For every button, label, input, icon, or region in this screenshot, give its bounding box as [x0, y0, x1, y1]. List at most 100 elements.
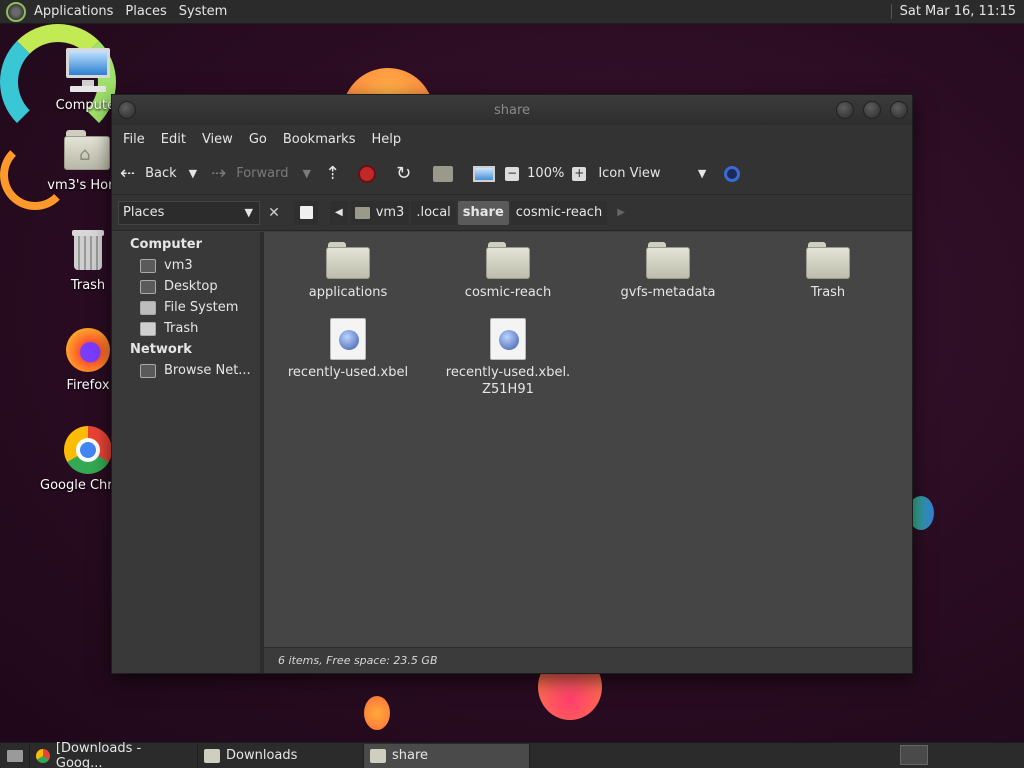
menu-view[interactable]: View — [195, 132, 240, 147]
minimize-button[interactable] — [836, 101, 854, 119]
home-folder-icon: ⌂ — [64, 126, 112, 174]
up-button[interactable]: ⇡ — [325, 159, 340, 189]
trash-icon — [140, 321, 156, 336]
chevron-down-icon: ▼ — [244, 206, 253, 219]
show-desktop-button[interactable] — [0, 743, 30, 768]
folder-icon — [486, 242, 530, 280]
up-arrow-icon: ⇡ — [324, 162, 341, 184]
drive-icon — [140, 300, 156, 315]
sidebar-item-vm3[interactable]: vm3 — [112, 255, 260, 276]
wallpaper-shape — [364, 696, 390, 730]
sidebar-item-desktop[interactable]: Desktop — [112, 276, 260, 297]
sidebar-heading-computer: Computer — [130, 237, 203, 252]
file-item[interactable]: recently-used.xbel. Z51H91 — [443, 318, 573, 398]
content-area: Computer vm3 Desktop File System Trash N… — [112, 232, 912, 673]
file-item[interactable]: cosmic-reach — [443, 242, 573, 301]
xml-document-icon — [330, 318, 366, 360]
folder-icon — [646, 242, 690, 280]
forward-history-dropdown[interactable]: ▼ — [303, 159, 311, 189]
toggle-location-entry-button[interactable] — [294, 200, 318, 225]
edit-pencil-icon — [299, 206, 313, 219]
file-item[interactable]: applications — [283, 242, 413, 301]
stop-icon — [358, 164, 377, 183]
folder-icon — [806, 242, 850, 280]
breadcrumb-share[interactable]: share — [457, 200, 509, 225]
menu-edit[interactable]: Edit — [154, 132, 193, 147]
window-title: share — [493, 102, 531, 118]
maximize-button[interactable] — [863, 101, 881, 119]
network-icon — [140, 363, 156, 378]
zoom-out-button[interactable]: − — [505, 159, 520, 189]
forward-arrow-icon: ⇢ — [211, 162, 227, 184]
folder-icon — [370, 748, 386, 763]
forward-button[interactable]: ⇢ Forward — [211, 159, 288, 189]
menu-help[interactable]: Help — [364, 132, 408, 147]
taskbar-task-share[interactable]: share — [364, 743, 530, 768]
menubar: File Edit View Go Bookmarks Help — [112, 125, 912, 153]
breadcrumb-vm3[interactable]: vm3 — [349, 200, 410, 225]
sidebar-item-trash[interactable]: Trash — [112, 318, 260, 339]
folder-icon — [326, 242, 370, 280]
close-button[interactable] — [890, 101, 908, 119]
back-button[interactable]: ⇠ Back — [120, 159, 177, 189]
sidebar-heading-network: Network — [130, 342, 192, 357]
reload-button[interactable]: ↻ — [396, 159, 411, 189]
computer-icon — [473, 165, 496, 182]
menu-system[interactable]: System — [173, 4, 233, 19]
top-panel: Applications Places System Sat Mar 16, 1… — [0, 0, 1024, 24]
sidebar-item-browse-network[interactable]: Browse Net... — [112, 360, 260, 381]
menu-bookmarks[interactable]: Bookmarks — [276, 132, 363, 147]
zoom-in-button[interactable]: + — [572, 159, 587, 189]
computer-icon — [64, 46, 112, 94]
toolbar: ⇠ Back ▼ ⇢ Forward ▼ ⇡ ↻ − 100% + Icon V… — [112, 153, 912, 195]
sidebar-places-select[interactable]: Places ▼ — [118, 200, 260, 225]
taskbar: [Downloads - Goog... Downloads share — [0, 741, 1024, 768]
file-item[interactable]: Trash — [763, 242, 893, 301]
zoom-level[interactable]: 100% — [527, 159, 564, 189]
back-history-dropdown[interactable]: ▼ — [189, 159, 197, 189]
xml-document-icon — [490, 318, 526, 360]
menu-places[interactable]: Places — [119, 4, 172, 19]
chrome-icon — [36, 748, 50, 763]
file-item[interactable]: recently-used.xbel — [283, 318, 413, 381]
menu-file[interactable]: File — [116, 132, 152, 147]
home-icon — [433, 165, 454, 182]
trash-icon — [64, 226, 112, 274]
sidebar: Computer vm3 Desktop File System Trash N… — [112, 232, 264, 673]
chrome-icon — [64, 426, 112, 474]
breadcrumb-local[interactable]: .local — [411, 200, 456, 225]
breadcrumb-scroll-right[interactable]: ▶ — [617, 207, 625, 218]
status-bar: 6 items, Free space: 23.5 GB — [264, 647, 912, 673]
file-manager-window: share File Edit View Go Bookmarks Help ⇠… — [111, 94, 913, 674]
zoom-out-icon: − — [505, 165, 520, 181]
computer-button[interactable] — [473, 159, 496, 189]
home-button[interactable] — [433, 159, 454, 189]
firefox-icon — [64, 326, 112, 374]
view-mode-select[interactable]: Icon View ▼ — [598, 159, 706, 189]
desktop-folder-icon — [140, 279, 156, 294]
clock[interactable]: Sat Mar 16, 11:15 — [890, 4, 1024, 19]
back-arrow-icon: ⇠ — [120, 162, 136, 184]
search-icon — [724, 165, 741, 182]
home-icon — [354, 206, 370, 219]
taskbar-task-chrome[interactable]: [Downloads - Goog... — [30, 741, 198, 768]
breadcrumb-cosmic-reach[interactable]: cosmic-reach — [510, 200, 608, 225]
reload-icon: ↻ — [396, 162, 412, 184]
home-icon — [140, 258, 156, 273]
sidebar-item-file-system[interactable]: File System — [112, 297, 260, 318]
workspace-switcher[interactable] — [900, 745, 928, 765]
menu-go[interactable]: Go — [242, 132, 274, 147]
folder-icon — [204, 748, 220, 763]
breadcrumb-scroll-left[interactable]: ◀ — [330, 200, 348, 225]
stop-button[interactable] — [358, 159, 377, 189]
menu-applications[interactable]: Applications — [28, 4, 119, 19]
distro-logo-icon[interactable] — [6, 1, 26, 22]
window-titlebar[interactable]: share — [112, 95, 912, 125]
chevron-down-icon: ▼ — [697, 167, 707, 180]
search-button[interactable] — [724, 159, 741, 189]
taskbar-task-downloads[interactable]: Downloads — [198, 743, 364, 768]
zoom-in-icon: + — [572, 165, 587, 181]
file-item[interactable]: gvfs-metadata — [603, 242, 733, 301]
file-view[interactable]: applications cosmic-reach gvfs-metadata … — [264, 232, 912, 673]
close-sidebar-icon[interactable]: ✕ — [264, 203, 284, 223]
